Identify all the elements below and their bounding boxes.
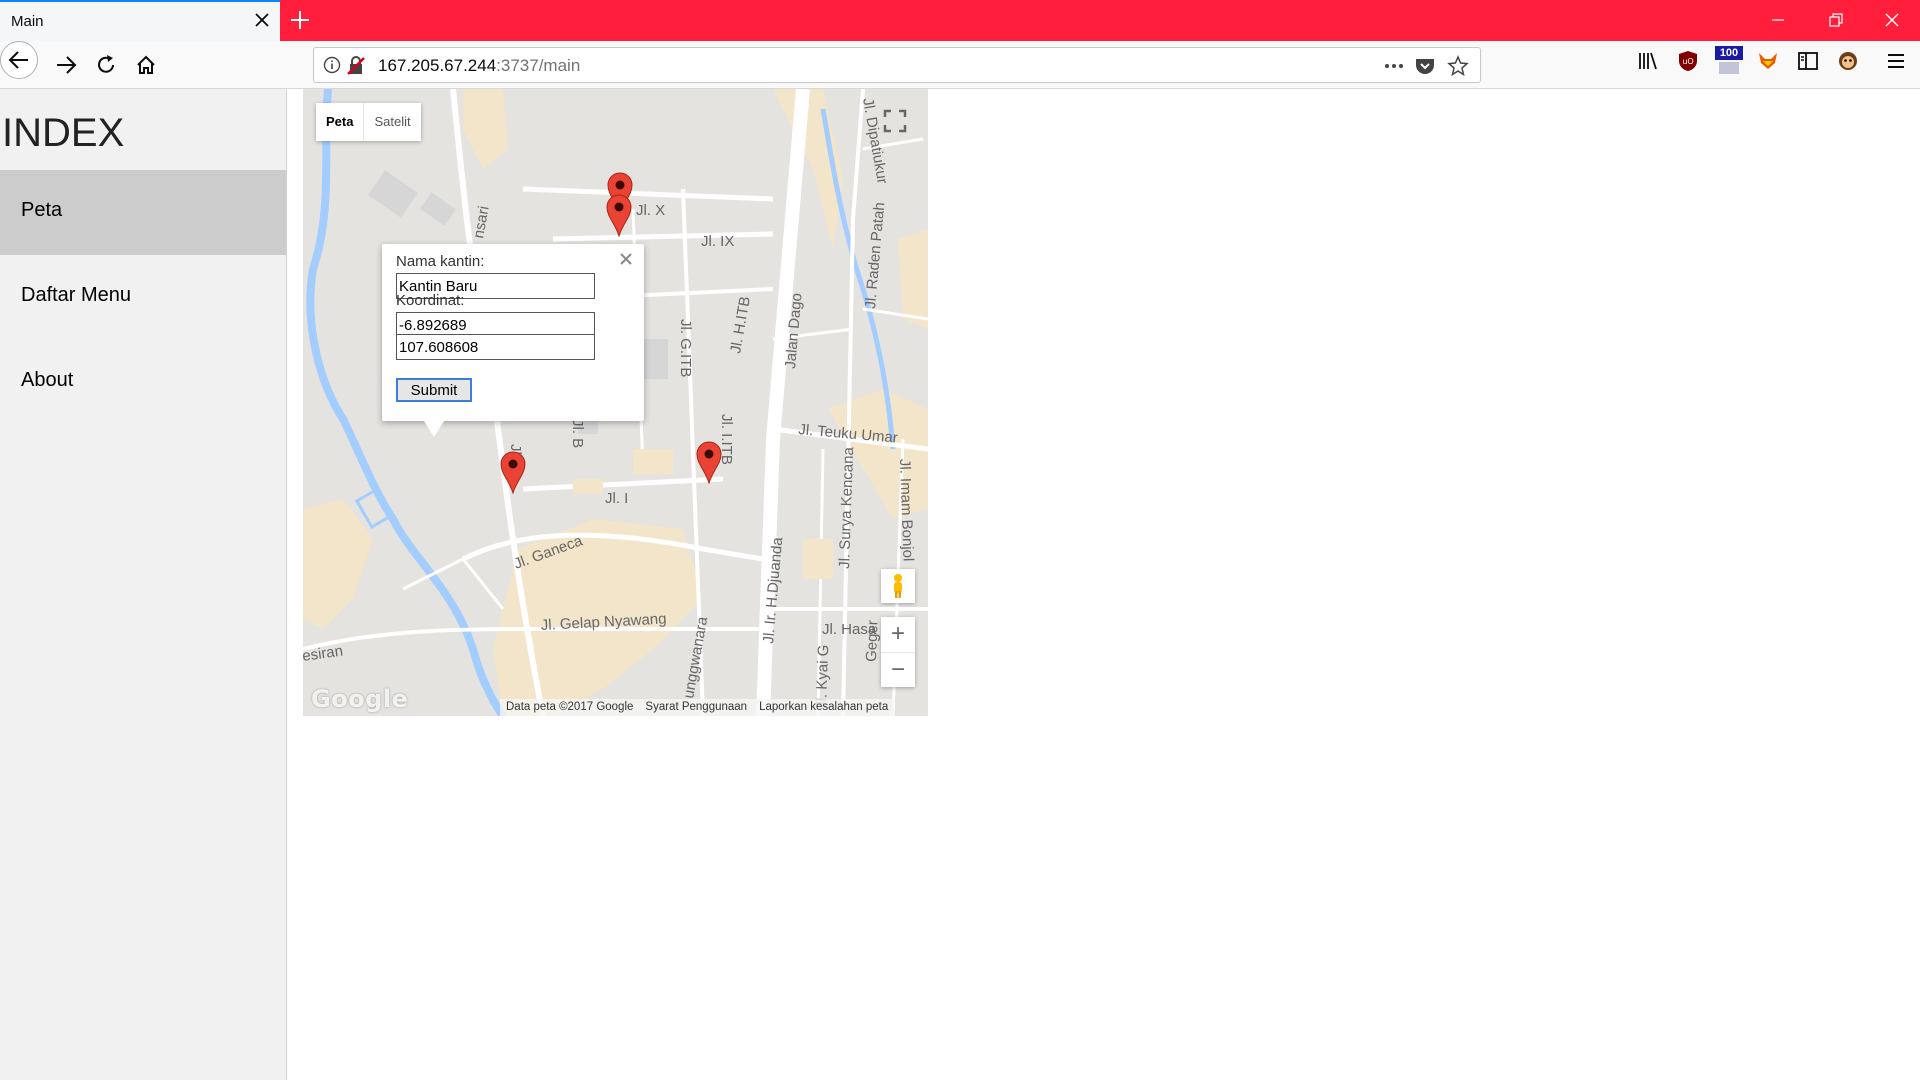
url-bar[interactable]: 167.205.67.244:3737/main [313, 47, 1481, 83]
restore-icon[interactable] [1826, 10, 1846, 30]
map-marker[interactable] [499, 450, 527, 494]
back-arrow-icon [8, 51, 28, 69]
insecure-lock-icon[interactable] [346, 56, 366, 76]
sidebar-item-daftar-menu[interactable]: Daftar Menu [0, 255, 286, 340]
url-text[interactable]: 167.205.67.244:3737/main [378, 56, 580, 76]
street-label: Jl. I [605, 490, 628, 507]
map[interactable]: Jl. X Jl. IX Jl. G.ITB Jl. H.ITB Jalan D… [303, 89, 928, 716]
map-data-credit: Data peta ©2017 Google [506, 701, 634, 713]
nav-bar: 167.205.67.244:3737/main uO 100 [0, 41, 1920, 89]
street-label: Geger [863, 620, 881, 662]
street-label: Jl. Imam Bonjol [896, 459, 917, 562]
map-type-control: Peta Satelit [316, 103, 421, 141]
sidebar-item-label: Peta [21, 199, 63, 221]
terms-link[interactable]: Syarat Penggunaan [639, 701, 753, 713]
map-attribution: Data peta ©2017 Google Syarat Penggunaan L… [500, 699, 895, 716]
zoom-control: + − [881, 617, 915, 687]
zoom-out-button[interactable]: − [881, 652, 915, 687]
info-icon[interactable] [323, 56, 341, 74]
info-window-tail [424, 421, 444, 437]
street-view-pegman[interactable] [881, 569, 915, 603]
sidebar-toggle-icon[interactable] [1796, 49, 1820, 73]
url-host: 167.205.67.244 [378, 56, 497, 75]
sidebar-item-label: About [21, 369, 74, 391]
map-marker[interactable] [605, 193, 633, 237]
tab-title: Main [11, 13, 44, 30]
pegman-icon [894, 574, 902, 598]
sidebar-item-label: Daftar Menu [21, 284, 132, 306]
map-type-peta-button[interactable]: Peta [316, 103, 363, 141]
coordinate-label: Koordinat: [396, 292, 465, 309]
new-tab-icon[interactable] [288, 8, 312, 32]
sidebar-item-peta[interactable]: Peta [0, 170, 286, 255]
pocket-icon[interactable] [1414, 56, 1436, 76]
close-icon[interactable] [619, 252, 633, 266]
fox-extension-icon[interactable] [1756, 49, 1780, 73]
home-icon[interactable] [128, 47, 164, 83]
tab-strip: Main [0, 0, 1920, 41]
fullscreen-icon[interactable] [875, 101, 915, 141]
street-label: Jl. B [569, 419, 586, 448]
reload-icon[interactable] [88, 47, 124, 83]
street-label: Jl. IX [701, 233, 734, 250]
forward-arrow-icon[interactable] [48, 47, 84, 83]
sidebar-title: INDEX [2, 111, 125, 155]
name-label: Nama kantin: [396, 253, 485, 270]
extension-icon [1719, 62, 1739, 74]
library-icon[interactable] [1636, 49, 1660, 73]
report-error-link[interactable]: Laporkan kesalahan peta [753, 701, 894, 713]
minimize-icon[interactable] [1768, 10, 1788, 30]
badge-count: 100 [1715, 46, 1743, 60]
map-marker[interactable] [695, 440, 723, 484]
google-logo: Google [311, 685, 409, 713]
zoom-in-button[interactable]: + [881, 617, 915, 651]
svg-text:uO: uO [1682, 57, 1693, 66]
url-path: :3737/main [496, 56, 581, 75]
map-type-satelit-button[interactable]: Satelit [363, 103, 420, 141]
extension-badge[interactable]: 100 [1715, 46, 1743, 76]
street-label: Jl. X [636, 202, 665, 219]
street-label: Jl. G.ITB [677, 319, 694, 377]
ublock-shield-icon[interactable]: uO [1676, 49, 1700, 73]
info-window: Nama kantin: Koordinat: Submit [382, 244, 644, 421]
submit-button[interactable]: Submit [396, 378, 472, 402]
back-button[interactable] [0, 41, 38, 79]
close-tab-icon[interactable] [252, 10, 272, 30]
hamburger-menu-icon[interactable] [1884, 49, 1908, 73]
longitude-input[interactable] [396, 334, 595, 360]
bookmark-star-icon[interactable] [1447, 55, 1469, 77]
sidebar: INDEX Peta Daftar Menu About [0, 89, 287, 1080]
browser-tab[interactable]: Main [0, 0, 280, 41]
page-actions-icon[interactable] [1382, 56, 1406, 76]
sidebar-item-about[interactable]: About [0, 340, 286, 425]
monkey-extension-icon[interactable] [1836, 49, 1860, 73]
close-window-icon[interactable] [1882, 10, 1902, 30]
